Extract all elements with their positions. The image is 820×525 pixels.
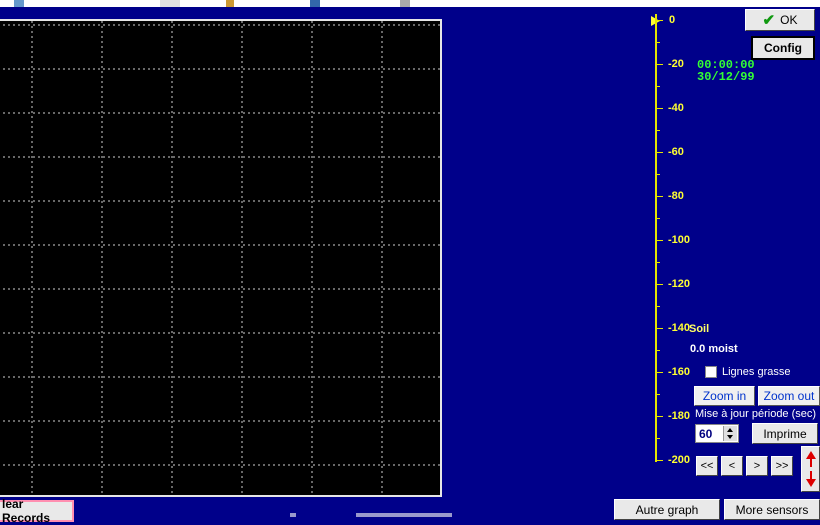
- scale-tick-label: 0: [669, 14, 676, 26]
- zoom-in-button[interactable]: Zoom in: [694, 386, 755, 406]
- scale-tick-label: -200: [668, 454, 691, 466]
- scale-minor-tick: [655, 174, 660, 175]
- nav-first-label: <<: [700, 460, 714, 472]
- scale-major-tick: [655, 328, 663, 329]
- scale-tick-label: -160: [668, 366, 691, 378]
- scale-major-tick: [655, 20, 663, 21]
- nav-last-button[interactable]: >>: [771, 456, 793, 476]
- scale-minor-tick: [655, 438, 660, 439]
- bold-lines-checkbox[interactable]: [705, 366, 717, 378]
- zoom-out-label: Zoom out: [763, 389, 815, 403]
- scale-minor-tick: [655, 350, 660, 351]
- clear-records-label: lear Records: [2, 497, 51, 525]
- more-sensors-label: More sensors: [735, 502, 809, 517]
- ok-button[interactable]: ✔ OK: [745, 9, 815, 31]
- other-graph-label: Autre graph: [635, 502, 699, 517]
- scale-tick-label: -60: [668, 146, 684, 158]
- scale-tick-label: -80: [668, 190, 684, 202]
- update-period-value: 60: [699, 427, 713, 441]
- graph-plot-area: [0, 19, 442, 497]
- scale-minor-tick: [655, 306, 660, 307]
- scale-tick-label: -20: [668, 58, 684, 70]
- scale-major-tick: [655, 64, 663, 65]
- scale-major-tick: [655, 196, 663, 197]
- scale-tick-label: -140: [668, 322, 691, 334]
- spinner-arrows[interactable]: [723, 426, 737, 441]
- print-button-label: Imprime: [763, 426, 807, 441]
- scale-tick-label: -40: [668, 102, 684, 114]
- nav-next-label: >: [753, 460, 761, 472]
- up-down-arrow-icon: [805, 451, 816, 487]
- clear-records-button[interactable]: lear Records: [0, 497, 74, 525]
- status-fragment: [290, 513, 296, 517]
- clock-date: 30/12/99: [697, 70, 755, 84]
- scale-tick-label: -180: [668, 410, 691, 422]
- nav-prev-label: <: [728, 460, 736, 472]
- nav-next-button[interactable]: >: [746, 456, 768, 476]
- other-graph-button[interactable]: Autre graph: [614, 499, 720, 520]
- scale-minor-tick: [655, 394, 660, 395]
- scale-major-tick: [655, 372, 663, 373]
- update-period-spinner[interactable]: 60: [695, 424, 739, 443]
- scale-tick-label: -120: [668, 278, 691, 290]
- scale-minor-tick: [655, 218, 660, 219]
- top-window-strip: [0, 0, 820, 7]
- zoom-out-button[interactable]: Zoom out: [758, 386, 820, 406]
- scroll-arrows-button[interactable]: [801, 446, 820, 492]
- scale-major-tick: [655, 240, 663, 241]
- scale-minor-tick: [655, 86, 660, 87]
- scale-minor-tick: [655, 42, 660, 43]
- config-button-label: Config: [764, 41, 802, 55]
- nav-last-label: >>: [775, 460, 789, 472]
- ok-button-label: OK: [780, 13, 798, 27]
- scale-major-tick: [655, 108, 663, 109]
- update-period-label: Mise à jour période (sec): [695, 408, 817, 420]
- scale-major-tick: [655, 460, 663, 461]
- print-button[interactable]: Imprime: [752, 423, 818, 444]
- sensor-value: 0.0 moist: [690, 343, 738, 355]
- graph-grid: [0, 21, 440, 495]
- scale-major-tick: [655, 416, 663, 417]
- sensor-name: Soil: [689, 323, 710, 335]
- nav-first-button[interactable]: <<: [696, 456, 718, 476]
- scale-minor-tick: [655, 262, 660, 263]
- bold-lines-label: Lignes grasse: [722, 366, 791, 378]
- scale-tick-label: -100: [668, 234, 691, 246]
- zoom-in-label: Zoom in: [702, 389, 747, 403]
- nav-prev-button[interactable]: <: [721, 456, 743, 476]
- spin-up-icon[interactable]: [727, 428, 733, 432]
- checkmark-icon: ✔: [762, 12, 776, 29]
- more-sensors-button[interactable]: More sensors: [724, 499, 820, 520]
- config-button[interactable]: Config: [751, 36, 815, 60]
- status-fragment: [356, 513, 452, 517]
- scale-major-tick: [655, 284, 663, 285]
- spin-down-icon[interactable]: [727, 435, 733, 439]
- scale-minor-tick: [655, 130, 660, 131]
- scale-major-tick: [655, 152, 663, 153]
